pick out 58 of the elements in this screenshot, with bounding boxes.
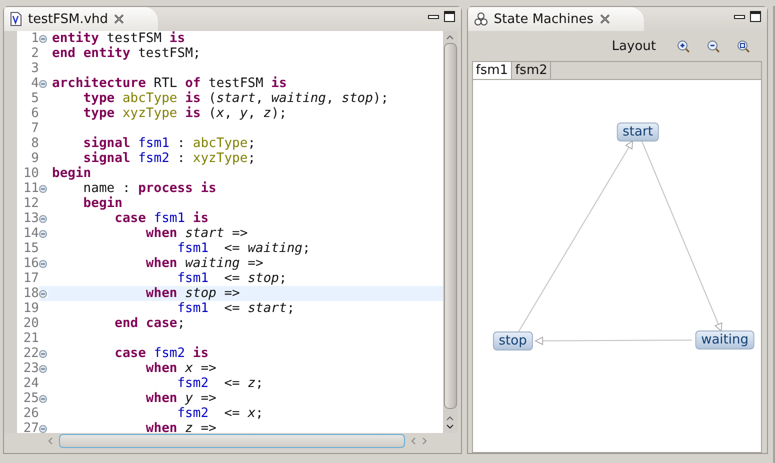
diagram-tab[interactable]: fsm1: [472, 62, 512, 79]
file-icon: [10, 12, 22, 26]
code-line: entity testFSM is: [52, 31, 186, 46]
close-icon[interactable]: [600, 14, 610, 24]
code-line: type abcType is (start, waiting, stop);: [82, 91, 389, 106]
code-line: when z =>: [144, 421, 216, 433]
code-line: when stop =>: [144, 286, 240, 301]
collapse-icon[interactable]: [39, 260, 47, 268]
collapse-icon[interactable]: [39, 424, 47, 432]
scroll-thumb[interactable]: [444, 43, 457, 409]
diagram-tab[interactable]: fsm2: [512, 62, 552, 79]
state-node[interactable]: start: [616, 122, 659, 142]
circles-icon: [474, 12, 488, 26]
view-tab[interactable]: State Machines: [468, 7, 644, 31]
maximize-icon[interactable]: [444, 11, 455, 22]
collapse-icon[interactable]: [39, 80, 47, 88]
code-line: when x =>: [144, 361, 216, 376]
zoom-in-icon[interactable]: [677, 40, 690, 52]
code-line: architecture RTL of testFSM is: [52, 76, 287, 91]
layout-button[interactable]: Layout: [612, 38, 660, 54]
code-line: fsm1 <= stop;: [176, 271, 287, 286]
code-line: case fsm2 is: [114, 346, 209, 361]
state-node[interactable]: stop: [492, 332, 533, 350]
collapse-icon[interactable]: [39, 214, 47, 222]
collapse-icon[interactable]: [39, 394, 47, 402]
collapse-icon[interactable]: [39, 230, 47, 238]
minimize-icon[interactable]: [428, 14, 439, 18]
code-line: fsm2 <= z;: [176, 376, 264, 391]
code-line: case fsm1 is: [114, 211, 209, 226]
collapse-icon[interactable]: [39, 184, 47, 192]
vertical-scrollbar[interactable]: [442, 31, 458, 433]
code-line: when waiting =>: [144, 256, 264, 271]
code-line: type xyzType is (x, y, z);: [82, 106, 287, 121]
code-line: signal fsm1 : abcType;: [82, 136, 256, 151]
code-line: end entity testFSM;: [52, 46, 201, 61]
code-line: begin: [82, 196, 122, 211]
code-line: end case;: [114, 316, 186, 331]
code-line: fsm1 <= waiting;: [176, 241, 310, 256]
code-line: fsm1 <= start;: [176, 301, 295, 316]
code-line: name : process is: [82, 181, 216, 196]
code-line: when y =>: [144, 391, 216, 406]
code-line: fsm2 <= x;: [176, 406, 264, 421]
code-line: when start =>: [144, 226, 248, 241]
zoom-out-icon[interactable]: [707, 40, 720, 52]
code-line: signal fsm2 : xyzType;: [82, 151, 256, 166]
editor-tab[interactable]: testFSM.vhd: [4, 7, 158, 31]
close-icon[interactable]: [114, 14, 124, 24]
collapse-icon[interactable]: [39, 364, 47, 372]
collapse-icon[interactable]: [39, 290, 47, 298]
code-line: begin: [52, 166, 92, 181]
minimize-icon[interactable]: [734, 14, 745, 18]
collapse-icon[interactable]: [39, 350, 47, 358]
zoom-fit-icon[interactable]: [737, 40, 750, 52]
line-number: 18: [17, 286, 39, 301]
state-node[interactable]: waiting: [695, 330, 754, 350]
collapse-icon[interactable]: [39, 34, 47, 42]
horizontal-scrollbar[interactable]: [59, 434, 405, 448]
maximize-icon[interactable]: [750, 11, 761, 22]
